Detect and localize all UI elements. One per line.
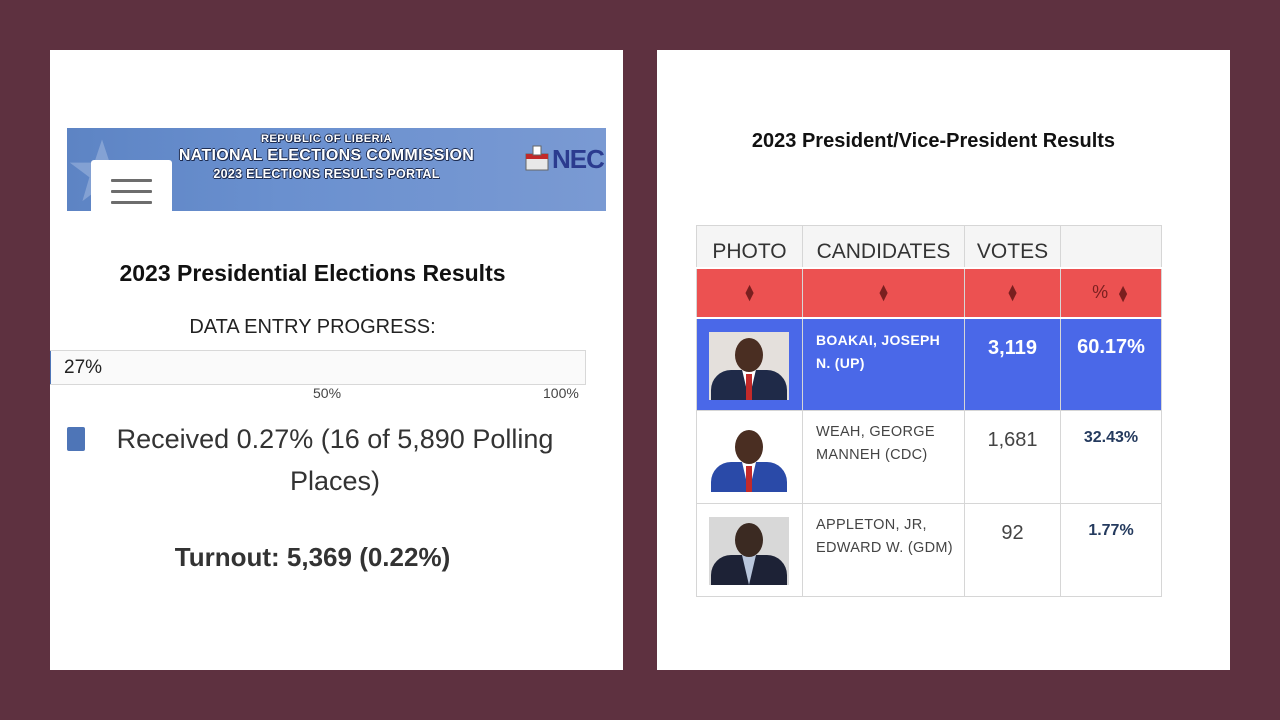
hamburger-menu-icon bbox=[111, 190, 152, 193]
progress-bar-fill bbox=[50, 351, 52, 384]
column-header-candidates[interactable]: CANDIDATES bbox=[802, 225, 965, 268]
progress-tick-50: 50% bbox=[313, 385, 342, 401]
column-header-photo[interactable]: PHOTO bbox=[696, 225, 803, 268]
sort-arrows-icon: ▲ ▼ bbox=[876, 280, 891, 305]
candidate-name-line2: EDWARD W. (GDM) bbox=[816, 540, 953, 556]
ballot-box-icon bbox=[525, 145, 549, 171]
photo-cell bbox=[696, 410, 803, 504]
candidate-name: WEAH, GEORGE MANNEH (CDC) bbox=[802, 410, 965, 504]
column-header-votes[interactable]: VOTES bbox=[964, 225, 1061, 268]
candidate-votes: 92 bbox=[964, 503, 1061, 597]
sort-photo-button[interactable]: ▲ ▼ bbox=[696, 266, 803, 318]
progress-tick-100: 100% bbox=[543, 385, 579, 401]
page-title: 2023 Presidential Elections Results bbox=[119, 260, 506, 286]
photo-cell bbox=[696, 503, 803, 597]
candidate-photo-weah bbox=[709, 424, 789, 492]
candidate-photo-boakai bbox=[709, 331, 789, 400]
candidate-name-line1: WEAH, GEORGE bbox=[816, 424, 935, 440]
turnout-summary: Turnout: 5,369 (0.22%) bbox=[174, 542, 451, 572]
candidate-votes: 3,119 bbox=[964, 316, 1061, 411]
sort-arrows-icon: ▲ ▼ bbox=[1005, 280, 1020, 305]
candidate-name-line2: MANNEH (CDC) bbox=[816, 447, 928, 463]
data-entry-progress-bar bbox=[50, 350, 586, 385]
nec-portal-screenshot: REPUBLIC OF LIBERIA NATIONAL ELECTIONS C… bbox=[50, 50, 623, 670]
hamburger-menu-icon bbox=[111, 201, 152, 204]
candidate-name-line1: APPLETON, JR, bbox=[816, 517, 927, 533]
table-row[interactable]: APPLETON, JR, EDWARD W. (GDM) 92 1.77% bbox=[696, 503, 1162, 597]
nec-logo-text: NEC bbox=[552, 144, 605, 174]
table-row[interactable]: WEAH, GEORGE MANNEH (CDC) 1,681 32.43% bbox=[696, 410, 1162, 504]
candidate-name: BOAKAI, JOSEPH N. (UP) bbox=[802, 316, 965, 411]
sort-controls-row: ▲ ▼ ▲ ▼ ▲ ▼ % ▲ ▼ bbox=[696, 266, 1162, 318]
banner-portal: 2023 ELECTIONS RESULTS PORTAL bbox=[213, 167, 440, 181]
banner-title: REPUBLIC OF LIBERIA NATIONAL ELECTIONS C… bbox=[137, 132, 516, 183]
sort-arrows-icon: ▲ ▼ bbox=[742, 280, 757, 305]
sort-candidates-button[interactable]: ▲ ▼ bbox=[802, 266, 965, 318]
nec-logo[interactable]: NEC bbox=[522, 138, 606, 178]
table-header-row: PHOTO CANDIDATES VOTES bbox=[696, 225, 1162, 268]
progress-percent-text: 27% bbox=[64, 357, 103, 378]
candidate-percent: 1.77% bbox=[1060, 503, 1162, 597]
column-header-percent[interactable] bbox=[1060, 225, 1162, 268]
table-row[interactable]: BOAKAI, JOSEPH N. (UP) 3,119 60.17% bbox=[696, 316, 1162, 411]
results-table: PHOTO CANDIDATES VOTES ▲▼ ▲▼ ▲▼ % ▲▼ bbox=[696, 225, 1162, 597]
progress-label: DATA ENTRY PROGRESS: bbox=[189, 316, 436, 338]
received-summary: Received 0.27% (16 of 5,890 Polling Plac… bbox=[116, 424, 554, 496]
candidate-name: APPLETON, JR, EDWARD W. (GDM) bbox=[802, 503, 965, 597]
sort-votes-button[interactable]: ▲ ▼ bbox=[964, 266, 1061, 318]
sort-percent-button[interactable]: % ▲ ▼ bbox=[1060, 266, 1162, 318]
photo-cell bbox=[696, 316, 803, 411]
candidate-name-line1: BOAKAI, JOSEPH bbox=[816, 331, 940, 348]
candidate-name-line2: N. (UP) bbox=[816, 354, 865, 371]
candidate-votes: 1,681 bbox=[964, 410, 1061, 504]
sort-arrows-icon: ▲ ▼ bbox=[1116, 280, 1130, 305]
results-table-screenshot: 2023 President/Vice-President Results PH… bbox=[657, 50, 1230, 670]
candidate-percent: 32.43% bbox=[1060, 410, 1162, 504]
sort-percent-label: % bbox=[1092, 282, 1109, 302]
results-title: 2023 President/Vice-President Results bbox=[751, 130, 1116, 152]
candidate-percent: 60.17% bbox=[1060, 316, 1162, 411]
received-legend-swatch bbox=[67, 427, 85, 451]
candidate-photo-appleton bbox=[709, 517, 789, 585]
hamburger-menu-button[interactable] bbox=[91, 160, 172, 222]
hamburger-menu-icon bbox=[111, 179, 152, 182]
banner-country: REPUBLIC OF LIBERIA bbox=[260, 133, 393, 145]
banner-commission: NATIONAL ELECTIONS COMMISSION bbox=[178, 147, 475, 164]
